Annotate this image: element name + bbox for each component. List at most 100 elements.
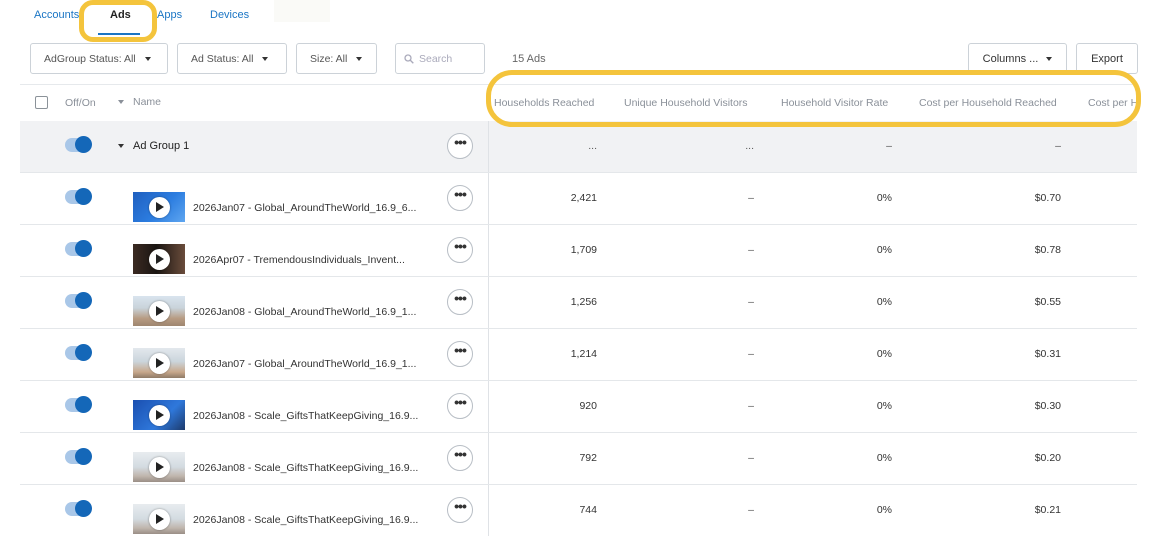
ad-status-toggle[interactable] (65, 500, 92, 517)
play-icon (149, 301, 170, 322)
ad-name[interactable]: 2026Apr07 - TremendousIndividuals_Invent… (193, 254, 433, 266)
more-options-button[interactable]: ••• (447, 289, 473, 315)
cost-per-household-reached-cell: $0.31 (1034, 348, 1061, 360)
unique-household-visitors-cell: – (748, 504, 754, 516)
columns-button-label: Columns ... (982, 52, 1039, 65)
video-thumbnail[interactable] (133, 504, 185, 534)
table-row[interactable]: 2026Apr07 - TremendousIndividuals_Invent… (20, 225, 1137, 277)
group-households-reached: ... (588, 140, 597, 152)
table-row[interactable]: 2026Jan07 - Global_AroundTheWorld_16.9_1… (20, 329, 1137, 381)
video-thumbnail[interactable] (133, 296, 185, 326)
more-icon: ••• (454, 446, 467, 462)
column-divider (488, 485, 489, 536)
tab-accounts[interactable]: Accounts (34, 9, 79, 21)
cost-per-household-reached-cell: $0.30 (1034, 400, 1061, 412)
search-icon (404, 53, 414, 64)
adgroup-status-filter[interactable]: AdGroup Status: All (30, 43, 168, 74)
more-options-button[interactable]: ••• (447, 497, 473, 523)
more-options-button[interactable]: ••• (447, 341, 473, 367)
video-thumbnail[interactable] (133, 452, 185, 482)
tab-bar: Accounts Ads Apps Devices (0, 0, 1155, 36)
more-options-button[interactable]: ••• (447, 185, 473, 211)
households-reached-cell: 1,709 (570, 244, 597, 256)
ad-status-toggle[interactable] (65, 240, 92, 257)
ad-name[interactable]: 2026Jan08 - Scale_GiftsThatKeepGiving_16… (193, 410, 433, 422)
collapse-caret-icon[interactable] (118, 144, 124, 148)
play-icon (149, 353, 170, 374)
column-divider (488, 329, 489, 380)
chevron-down-icon (1046, 56, 1053, 61)
unique-household-visitors-cell: – (748, 400, 754, 412)
more-icon: ••• (454, 498, 467, 514)
group-unique-household-visitors: ... (745, 140, 754, 152)
play-icon (149, 509, 170, 530)
video-thumbnail[interactable] (133, 244, 185, 274)
ad-status-toggle[interactable] (65, 344, 92, 361)
select-all-checkbox[interactable] (35, 96, 48, 109)
play-icon (149, 197, 170, 218)
household-visitor-rate-cell: 0% (876, 504, 892, 516)
toggle-knob (75, 240, 92, 257)
toggle-knob (75, 136, 92, 153)
ad-count: 15 Ads (512, 53, 546, 65)
group-status-toggle[interactable] (65, 136, 92, 153)
column-divider (488, 121, 489, 172)
households-reached-cell: 744 (579, 504, 597, 516)
ad-status-toggle[interactable] (65, 292, 92, 309)
ad-status-filter[interactable]: Ad Status: All (177, 43, 287, 74)
chevron-down-icon (356, 56, 363, 61)
ad-group-row[interactable]: Ad Group 1 ••• ... ... – – (20, 121, 1137, 173)
group-household-visitor-rate: – (886, 140, 892, 152)
ad-name[interactable]: 2026Jan07 - Global_AroundTheWorld_16.9_1… (193, 358, 433, 370)
households-reached-cell: 1,214 (570, 348, 597, 360)
table-row[interactable]: 2026Jan08 - Scale_GiftsThatKeepGiving_16… (20, 381, 1137, 433)
more-icon: ••• (454, 186, 467, 202)
more-icon: ••• (454, 394, 467, 410)
tab-devices[interactable]: Devices (210, 9, 249, 21)
ad-group-name[interactable]: Ad Group 1 (133, 140, 189, 152)
cost-per-household-reached-cell: $0.55 (1034, 296, 1061, 308)
video-thumbnail[interactable] (133, 400, 185, 430)
ad-status-toggle[interactable] (65, 448, 92, 465)
size-filter[interactable]: Size: All (296, 43, 377, 74)
size-filter-label: Size: All (310, 52, 348, 65)
sort-down-icon[interactable] (118, 100, 124, 104)
table-row[interactable]: 2026Jan08 - Scale_GiftsThatKeepGiving_16… (20, 433, 1137, 485)
households-reached-cell: 920 (579, 400, 597, 412)
video-thumbnail[interactable] (133, 348, 185, 378)
more-icon: ••• (454, 238, 467, 254)
ad-name[interactable]: 2026Jan07 - Global_AroundTheWorld_16.9_6… (193, 202, 433, 214)
more-options-button[interactable]: ••• (447, 237, 473, 263)
more-icon: ••• (454, 342, 467, 358)
column-header-off-on: Off/On (65, 97, 96, 109)
ads-tab-highlight (79, 0, 157, 42)
ad-name[interactable]: 2026Jan08 - Scale_GiftsThatKeepGiving_16… (193, 462, 433, 474)
ad-status-toggle[interactable] (65, 188, 92, 205)
column-header-name[interactable]: Name (133, 96, 161, 108)
column-divider (488, 381, 489, 432)
video-thumbnail[interactable] (133, 192, 185, 222)
unique-household-visitors-cell: – (748, 244, 754, 256)
ad-name[interactable]: 2026Jan08 - Global_AroundTheWorld_16.9_1… (193, 306, 433, 318)
tab-placeholder (274, 0, 330, 22)
cost-per-household-reached-cell: $0.70 (1034, 192, 1061, 204)
table-row[interactable]: 2026Jan07 - Global_AroundTheWorld_16.9_6… (20, 173, 1137, 225)
toggle-knob (75, 500, 92, 517)
adgroup-status-filter-label: AdGroup Status: All (44, 52, 136, 65)
table-row[interactable]: 2026Jan08 - Global_AroundTheWorld_16.9_1… (20, 277, 1137, 329)
chevron-down-icon (144, 56, 151, 61)
unique-household-visitors-cell: – (748, 296, 754, 308)
ad-status-toggle[interactable] (65, 396, 92, 413)
column-divider (488, 277, 489, 328)
ad-status-filter-label: Ad Status: All (191, 52, 254, 65)
play-icon (149, 457, 170, 478)
more-options-button[interactable]: ••• (447, 393, 473, 419)
more-options-button[interactable]: ••• (447, 445, 473, 471)
ad-name[interactable]: 2026Jan08 - Scale_GiftsThatKeepGiving_16… (193, 514, 433, 526)
table-row[interactable]: 2026Jan08 - Scale_GiftsThatKeepGiving_16… (20, 485, 1137, 536)
column-divider (488, 433, 489, 484)
tab-apps[interactable]: Apps (157, 9, 182, 21)
more-options-button[interactable]: ••• (447, 133, 473, 159)
search-input[interactable] (419, 52, 479, 65)
export-button-label: Export (1091, 52, 1123, 65)
